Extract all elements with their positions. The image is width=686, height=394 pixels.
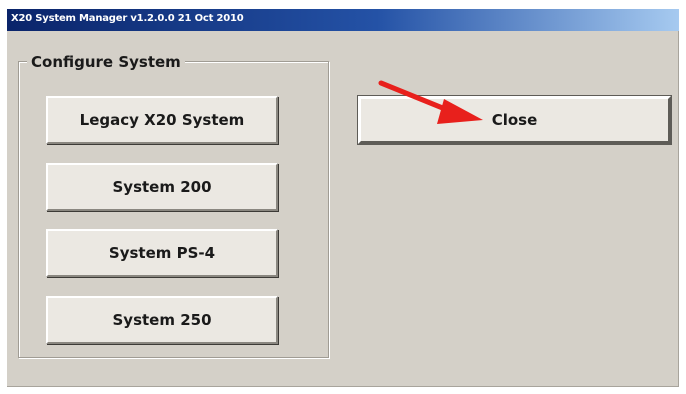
title-bar[interactable]: X20 System Manager v1.2.0.0 21 Oct 2010: [7, 9, 679, 31]
system-250-label: System 250: [112, 311, 212, 329]
configure-system-label: Configure System: [27, 53, 185, 71]
system-200-label: System 200: [112, 178, 212, 196]
close-button[interactable]: Close: [357, 95, 672, 145]
system-ps4-label: System PS-4: [108, 244, 216, 262]
system-200-button[interactable]: System 200: [46, 163, 278, 211]
app-window: X20 System Manager v1.2.0.0 21 Oct 2010 …: [7, 9, 679, 387]
system-ps4-button[interactable]: System PS-4: [46, 229, 278, 277]
window-title: X20 System Manager v1.2.0.0 21 Oct 2010: [11, 13, 244, 24]
system-250-button[interactable]: System 250: [46, 296, 278, 344]
close-button-label: Close: [491, 111, 538, 129]
legacy-x20-system-button[interactable]: Legacy X20 System: [46, 96, 278, 144]
legacy-x20-system-label: Legacy X20 System: [79, 111, 245, 129]
